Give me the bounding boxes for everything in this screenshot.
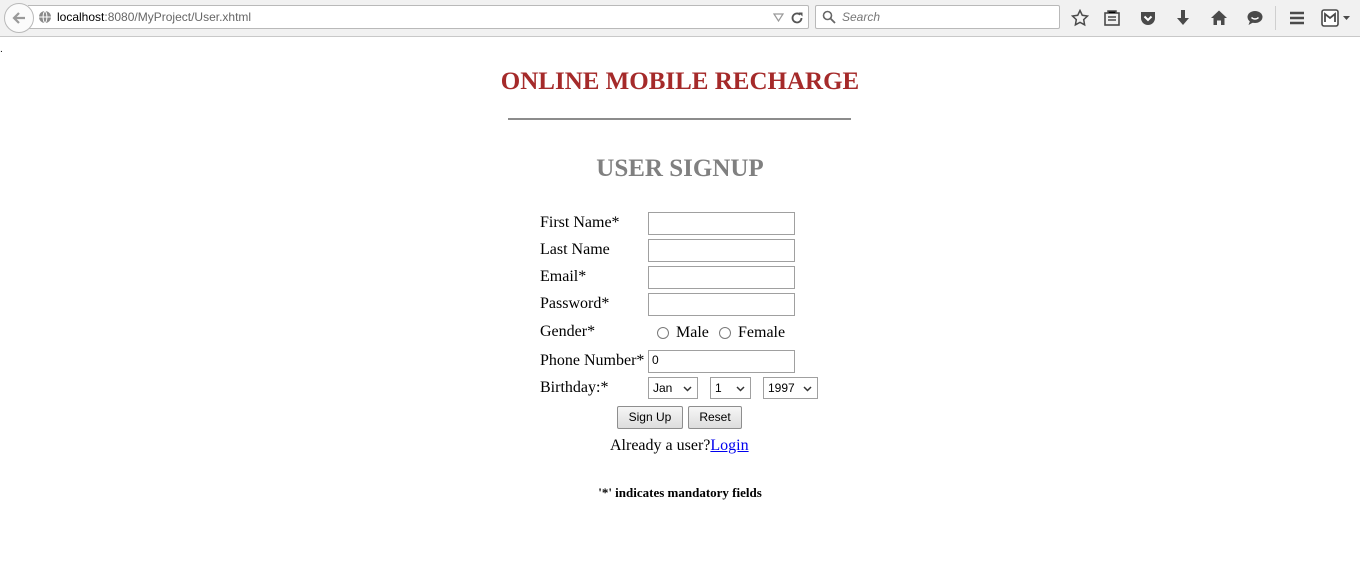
bookmarks-menu-icon[interactable] xyxy=(1103,9,1121,27)
reset-button[interactable]: Reset xyxy=(688,406,742,429)
password-label: Password* xyxy=(540,295,610,312)
gender-male-radio[interactable] xyxy=(657,327,669,339)
last-name-input[interactable] xyxy=(648,239,795,262)
chat-icon[interactable] xyxy=(1246,9,1264,27)
birth-year-value: 1997 xyxy=(768,381,795,395)
email-input[interactable] xyxy=(648,266,795,289)
first-name-input[interactable] xyxy=(648,212,795,235)
globe-icon xyxy=(39,10,51,24)
gender-label: Gender* xyxy=(540,323,596,340)
chevron-down-icon xyxy=(803,386,812,392)
birth-month-value: Jan xyxy=(653,381,673,395)
birth-year-select[interactable]: 1997 xyxy=(763,377,818,399)
last-name-label: Last Name xyxy=(540,241,610,258)
title-divider xyxy=(508,118,851,120)
toolbar-separator xyxy=(1275,6,1276,30)
extension-icon[interactable] xyxy=(1321,9,1351,27)
already-user-label: Already a user? xyxy=(610,437,711,454)
site-title: ONLINE MOBILE RECHARGE xyxy=(500,68,860,95)
stray-dot: . xyxy=(0,44,3,55)
menu-icon[interactable] xyxy=(1288,9,1306,27)
first-name-label: First Name* xyxy=(540,214,620,231)
home-icon[interactable] xyxy=(1210,9,1228,27)
url-host: localhost xyxy=(57,10,105,24)
chevron-down-icon xyxy=(683,386,692,392)
chevron-down-icon xyxy=(736,386,745,392)
back-arrow-icon xyxy=(12,12,25,24)
bookmark-star-icon[interactable] xyxy=(1071,9,1089,27)
login-link[interactable]: Login xyxy=(710,437,748,454)
email-label: Email* xyxy=(540,268,587,285)
search-input[interactable]: Search xyxy=(815,5,1060,29)
gender-male-label: Male xyxy=(676,324,709,341)
sign-up-button[interactable]: Sign Up xyxy=(617,406,683,429)
password-input[interactable] xyxy=(648,293,795,316)
gender-female-label: Female xyxy=(738,324,786,341)
url-text: localhost:8080/MyProject/User.xhtml xyxy=(57,10,251,24)
url-bar[interactable]: localhost:8080/MyProject/User.xhtml xyxy=(28,5,809,29)
browser-toolbar: localhost:8080/MyProject/User.xhtml Sear… xyxy=(0,0,1360,37)
search-icon xyxy=(822,10,836,24)
search-placeholder: Search xyxy=(842,10,881,24)
birthday-label: Birthday:* xyxy=(540,379,609,396)
pocket-icon[interactable] xyxy=(1139,9,1157,27)
url-path: :8080/MyProject/User.xhtml xyxy=(104,10,252,24)
birth-month-select[interactable]: Jan xyxy=(648,377,698,399)
history-dropdown-icon[interactable] xyxy=(773,13,784,22)
phone-input[interactable]: 0 xyxy=(648,350,795,373)
gender-female-radio[interactable] xyxy=(719,327,731,339)
birth-day-value: 1 xyxy=(715,381,722,395)
mandatory-note: '*' indicates mandatory fields xyxy=(598,485,762,500)
signup-heading: USER SIGNUP xyxy=(596,155,764,182)
reload-icon[interactable] xyxy=(789,10,805,26)
back-button[interactable] xyxy=(4,3,34,33)
already-user-text: Already a user?Login xyxy=(610,437,749,455)
phone-label: Phone Number* xyxy=(540,352,645,369)
birth-day-select[interactable]: 1 xyxy=(710,377,751,399)
download-icon[interactable] xyxy=(1174,9,1192,27)
